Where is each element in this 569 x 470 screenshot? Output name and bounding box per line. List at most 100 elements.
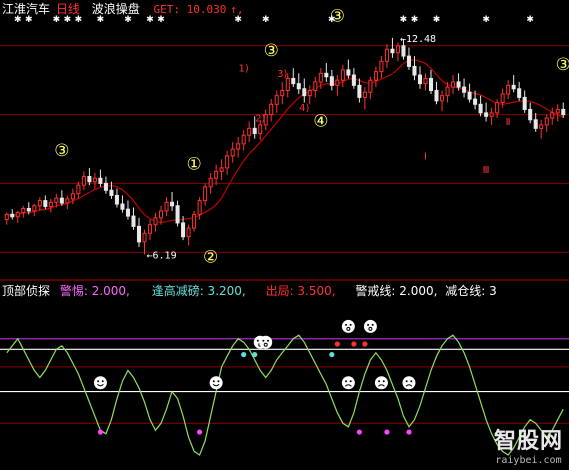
candle-body bbox=[219, 167, 224, 172]
candle-body bbox=[225, 155, 230, 169]
candle-body bbox=[114, 194, 119, 205]
candle-body bbox=[258, 124, 263, 135]
candle-body bbox=[147, 224, 153, 234]
signal-dot bbox=[97, 429, 104, 435]
face-icon bbox=[93, 376, 107, 390]
candle-body bbox=[544, 117, 549, 126]
signal-dot bbox=[384, 429, 390, 435]
candle-body bbox=[142, 232, 147, 243]
wave-label: ③ bbox=[54, 141, 69, 161]
signal-dot bbox=[329, 351, 335, 358]
face-head bbox=[209, 376, 223, 390]
face-icon bbox=[341, 319, 355, 333]
face-icon bbox=[209, 376, 223, 390]
signal-dot bbox=[356, 429, 362, 435]
wave-label: 1) bbox=[239, 64, 249, 75]
candle-body bbox=[192, 213, 197, 229]
face-eye bbox=[101, 380, 104, 383]
candle-body bbox=[252, 127, 257, 135]
indicator-title: 波浪操盘 bbox=[91, 2, 140, 16]
candle-body bbox=[4, 213, 9, 221]
candle-body bbox=[561, 108, 566, 116]
face-head bbox=[259, 335, 273, 349]
price-label: ←6.19 bbox=[147, 250, 177, 261]
signal-star: ✱ bbox=[526, 15, 534, 25]
candle-body bbox=[280, 90, 285, 97]
candle-body bbox=[506, 84, 511, 95]
wave-label: Ⅲ bbox=[483, 165, 490, 176]
candle-body bbox=[456, 81, 461, 88]
candle-body bbox=[76, 184, 81, 195]
price-label: ←12.48 bbox=[400, 34, 436, 45]
candle-body bbox=[153, 217, 158, 226]
candle-body bbox=[357, 84, 362, 98]
candle-body bbox=[32, 205, 37, 212]
candle-body bbox=[274, 95, 279, 105]
face-eye bbox=[382, 380, 385, 383]
candle-body bbox=[54, 197, 59, 203]
candle-body bbox=[136, 225, 142, 243]
candle-body bbox=[467, 91, 472, 100]
candle-body bbox=[236, 143, 241, 150]
face-icon bbox=[363, 319, 377, 333]
candle-body bbox=[445, 86, 450, 97]
candle-body bbox=[390, 48, 395, 54]
face-eye bbox=[345, 380, 348, 383]
candle-body bbox=[318, 72, 323, 83]
candle-body bbox=[406, 55, 411, 67]
candle-body bbox=[324, 72, 329, 78]
candle-body bbox=[351, 74, 356, 86]
candle-body bbox=[329, 76, 334, 86]
candle-body bbox=[346, 69, 351, 76]
candle-body bbox=[59, 197, 64, 204]
candle-body bbox=[10, 213, 15, 218]
candle-body bbox=[313, 81, 318, 92]
wave-label: 3) bbox=[277, 69, 287, 80]
candle-body bbox=[186, 227, 191, 238]
face-eye bbox=[378, 380, 381, 383]
candle-body bbox=[500, 93, 505, 104]
signal-star: ✱ bbox=[400, 15, 408, 25]
signal-dot bbox=[334, 341, 340, 347]
candle-body bbox=[65, 198, 70, 204]
warn-label: 警惕: 2.000, bbox=[59, 284, 130, 298]
face-head bbox=[402, 376, 416, 390]
wave-label: ② bbox=[203, 248, 218, 268]
candle-body bbox=[522, 96, 527, 110]
signal-star: ✱ bbox=[482, 15, 490, 25]
candle-body bbox=[103, 182, 108, 191]
face-head bbox=[374, 376, 388, 390]
candle-body bbox=[495, 102, 500, 114]
face-eye bbox=[256, 339, 259, 342]
face-eye bbox=[267, 339, 270, 342]
candle-body bbox=[48, 201, 53, 207]
get-arrow: ↑, bbox=[230, 3, 244, 16]
candle-body bbox=[92, 177, 97, 183]
face-icon bbox=[374, 376, 388, 390]
candle-body bbox=[131, 215, 136, 227]
candle-body bbox=[533, 119, 538, 129]
candle-body bbox=[285, 77, 290, 92]
wave-label: Ⅱ bbox=[506, 117, 511, 128]
face-eye bbox=[345, 323, 348, 326]
face-eye bbox=[97, 380, 100, 383]
candle-body bbox=[21, 208, 26, 214]
signal-dot bbox=[362, 341, 368, 347]
signal-dot bbox=[252, 351, 258, 358]
candle-body bbox=[269, 103, 274, 116]
get-value: GET: 10.030 bbox=[153, 3, 227, 16]
candle-body bbox=[98, 177, 103, 184]
candle-body bbox=[125, 208, 130, 217]
candle-body bbox=[15, 212, 20, 218]
candle-body bbox=[335, 79, 340, 86]
watermark-url: raiybei.com bbox=[495, 455, 562, 466]
alert-label: 警戒线: 2.000, bbox=[355, 284, 438, 298]
candle-body bbox=[307, 90, 312, 97]
candle-body bbox=[379, 60, 384, 73]
candle-body bbox=[70, 193, 75, 200]
signal-star: ✱ bbox=[262, 15, 270, 25]
chart-canvas: ③①②③③③④1) 3)2)4)ⅡⅠⅢ ←12.48←6.19 ✱ ✱ ✱ ✱ ✱ ✱ ✱ ✱ ✱… bbox=[0, 0, 569, 470]
wave-label: ④ bbox=[313, 112, 328, 132]
candle-body bbox=[550, 112, 555, 119]
candle-body bbox=[37, 200, 42, 207]
